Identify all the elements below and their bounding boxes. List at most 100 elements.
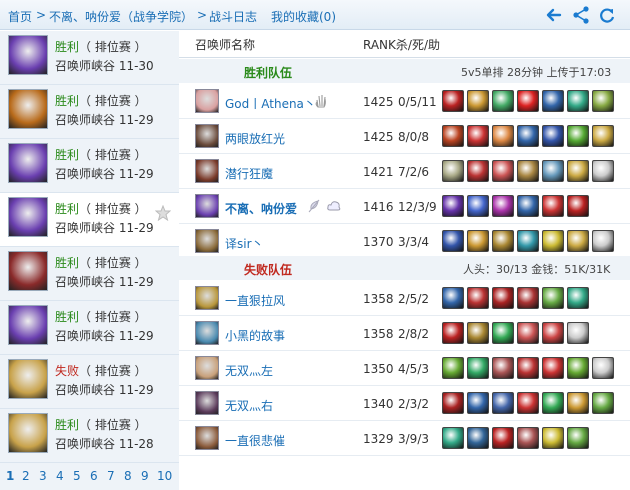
refresh-icon[interactable]	[597, 5, 617, 25]
page-link[interactable]: 3	[39, 469, 47, 483]
rank-kda-header: RANK杀/死/助	[363, 38, 440, 52]
back-arrow-icon[interactable]	[544, 5, 564, 25]
item-icon	[492, 392, 514, 414]
page-link[interactable]: 1	[6, 469, 14, 483]
champion-avatar	[195, 124, 219, 148]
item-icon	[542, 195, 564, 217]
star-icon[interactable]	[155, 205, 171, 221]
queue-type: （ 排位赛 ）	[79, 364, 147, 378]
item-icon	[567, 287, 589, 309]
item-icon	[567, 357, 589, 379]
item-icon	[592, 125, 614, 147]
breadcrumb-battle-log[interactable]: 战斗日志	[209, 8, 257, 25]
map-date: 召唤师峡谷 11-29	[55, 113, 154, 127]
feather-icon	[308, 199, 320, 213]
page-link[interactable]: 7	[107, 469, 115, 483]
match-result: 胜利（ 排位赛 ）	[55, 92, 147, 109]
page-link[interactable]: 4	[56, 469, 64, 483]
rank-value: 1425	[363, 95, 394, 109]
item-icon	[567, 322, 589, 344]
queue-type: （ 排位赛 ）	[79, 148, 147, 162]
summoner-name[interactable]: God丨Athena丶	[225, 95, 316, 112]
summoner-name[interactable]: 两眼放红光	[225, 130, 285, 147]
rank-value: 1425	[363, 130, 394, 144]
match-list-item[interactable]: 胜利（ 排位赛 ） 召唤师峡谷 11-29	[0, 85, 179, 139]
champion-avatar	[8, 413, 48, 453]
champion-avatar	[195, 89, 219, 113]
item-icon	[567, 160, 589, 182]
summoner-name[interactable]: 无双灬左	[225, 362, 273, 379]
summoner-name[interactable]: 潜行狂魔	[225, 165, 273, 182]
summoner-name[interactable]: 一直狠拉风	[225, 292, 285, 309]
item-icon	[542, 322, 564, 344]
queue-type: （ 排位赛 ）	[79, 40, 147, 54]
rank-value: 1329	[363, 432, 394, 446]
summoner-name[interactable]: 不离、呐份爱	[225, 200, 297, 217]
losing-team-bar: 失败队伍 人头：30/13 金钱：51K/31K	[179, 256, 630, 280]
match-list-item[interactable]: 胜利（ 排位赛 ） 召唤师峡谷 11-28	[0, 409, 179, 463]
player-row[interactable]: 小黑的故事 1358 2/8/2	[179, 317, 630, 351]
player-row[interactable]: 无双灬左 1350 4/5/3	[179, 352, 630, 386]
summoner-name[interactable]: 无双灬右	[225, 397, 273, 414]
player-row[interactable]: 一直狠拉风 1358 2/5/2	[179, 282, 630, 316]
summoner-name[interactable]: 一直很悲催	[225, 432, 285, 449]
item-icon	[492, 125, 514, 147]
player-row[interactable]: 译sir丶 1370 3/3/4	[179, 225, 630, 259]
item-icon	[517, 125, 539, 147]
item-icon	[517, 427, 539, 449]
champion-avatar	[195, 356, 219, 380]
page-link[interactable]: 6	[90, 469, 98, 483]
page-link[interactable]: 8	[124, 469, 132, 483]
item-icon	[492, 230, 514, 252]
result-label: 胜利	[55, 202, 80, 216]
player-row[interactable]: 不离、呐份爱 1416 12/3/9	[179, 190, 630, 224]
item-icon	[542, 230, 564, 252]
player-row[interactable]: 潜行狂魔 1421 7/2/6	[179, 155, 630, 189]
breadcrumb-home[interactable]: 首页	[8, 8, 32, 25]
map-date: 召唤师峡谷 11-29	[55, 221, 154, 235]
kda-value: 4/5/3	[398, 362, 429, 376]
item-icon	[517, 287, 539, 309]
item-icon	[442, 322, 464, 344]
breadcrumb-player[interactable]: 不离、呐份爱（战争学院）	[49, 8, 193, 25]
item-icon	[592, 357, 614, 379]
kda-value: 12/3/9	[398, 200, 437, 214]
player-row[interactable]: 一直很悲催 1329 3/9/3	[179, 422, 630, 456]
page-link[interactable]: 5	[73, 469, 81, 483]
item-icon	[517, 90, 539, 112]
item-icon	[592, 160, 614, 182]
item-icon	[517, 230, 539, 252]
match-result: 胜利（ 排位赛 ）	[55, 254, 147, 271]
player-row[interactable]: 无双灬右 1340 2/3/2	[179, 387, 630, 421]
champion-avatar	[8, 197, 48, 237]
player-row[interactable]: God丨Athena丶 1425 0/5/11	[179, 85, 630, 119]
page-link[interactable]: 10	[157, 469, 172, 483]
item-icon	[492, 357, 514, 379]
item-icon	[592, 392, 614, 414]
share-icon[interactable]	[571, 5, 591, 25]
match-list-item[interactable]: 胜利（ 排位赛 ） 召唤师峡谷 11-30	[0, 31, 179, 85]
rank-value: 1350	[363, 362, 394, 376]
match-list-item[interactable]: 胜利（ 排位赛 ） 召唤师峡谷 11-29	[0, 301, 179, 355]
kda-value: 3/9/3	[398, 432, 429, 446]
champion-avatar	[8, 305, 48, 345]
match-list-item[interactable]: 胜利（ 排位赛 ） 召唤师峡谷 11-29	[0, 193, 179, 247]
page-link[interactable]: 2	[22, 469, 30, 483]
champion-avatar	[195, 391, 219, 415]
item-icon	[517, 322, 539, 344]
my-favorites-link[interactable]: 我的收藏(0)	[271, 8, 336, 25]
match-list-item[interactable]: 胜利（ 排位赛 ） 召唤师峡谷 11-29	[0, 139, 179, 193]
item-icon	[467, 195, 489, 217]
item-icon	[542, 427, 564, 449]
item-icon	[542, 160, 564, 182]
item-icon	[492, 287, 514, 309]
item-icon	[542, 125, 564, 147]
kda-value: 0/5/11	[398, 95, 437, 109]
match-list-item[interactable]: 胜利（ 排位赛 ） 召唤师峡谷 11-29	[0, 247, 179, 301]
summoner-name[interactable]: 译sir丶	[225, 235, 264, 252]
breadcrumb-separator: >	[197, 8, 208, 22]
summoner-name[interactable]: 小黑的故事	[225, 327, 285, 344]
player-row[interactable]: 两眼放红光 1425 8/0/8	[179, 120, 630, 154]
page-link[interactable]: 9	[141, 469, 149, 483]
match-list-item[interactable]: 失败（ 排位赛 ） 召唤师峡谷 11-29	[0, 355, 179, 409]
